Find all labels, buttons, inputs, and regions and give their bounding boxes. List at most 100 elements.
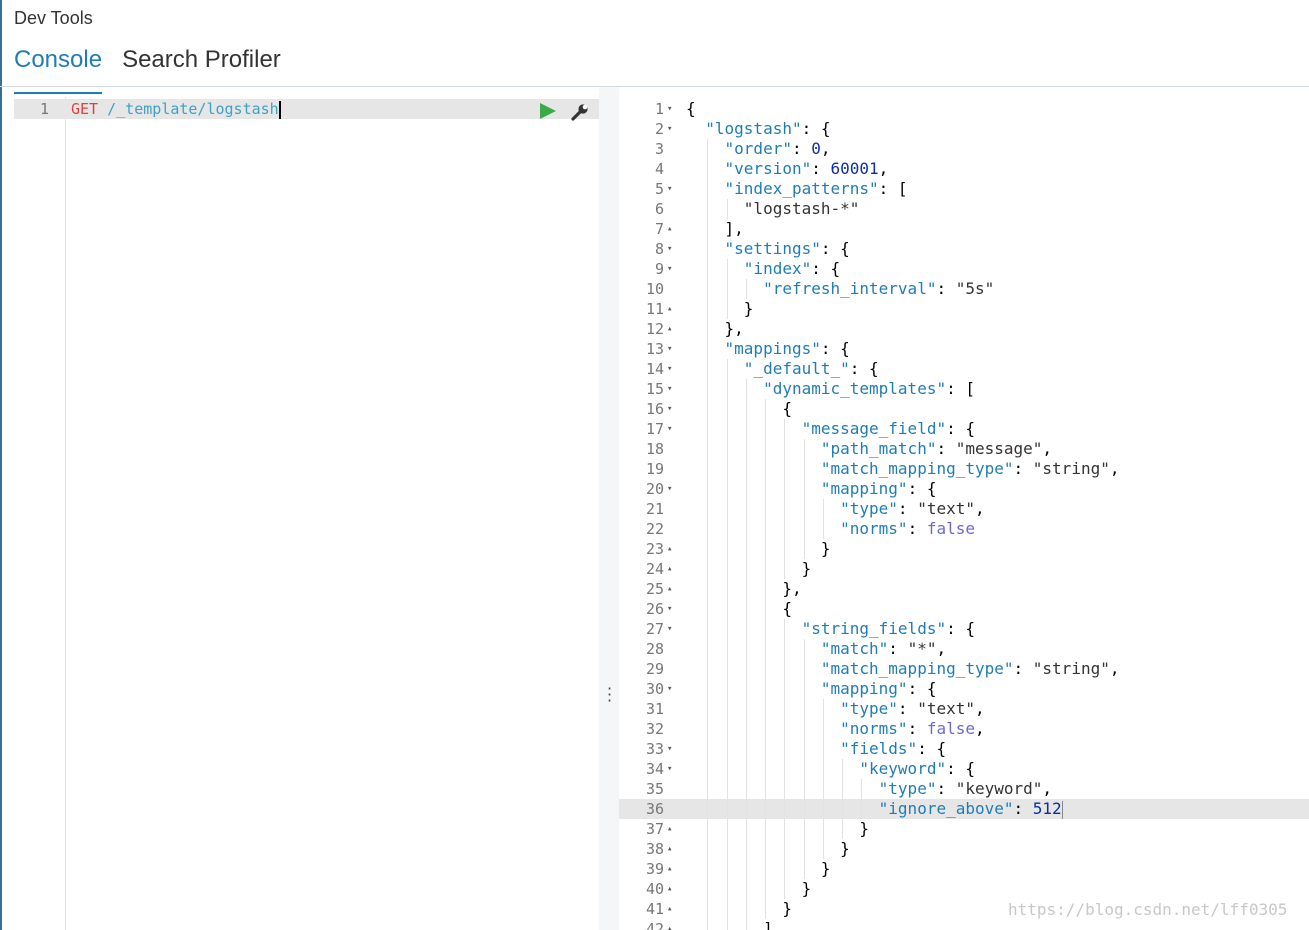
tab-search-profiler[interactable]: Search Profiler (122, 44, 281, 86)
play-icon[interactable] (540, 103, 556, 119)
line-number: 34 (645, 760, 664, 778)
fold-arrow-down-icon[interactable]: ▾ (667, 239, 677, 259)
fold-arrow-up-icon[interactable]: ▴ (667, 219, 677, 239)
response-line: 21 "type": "text", (619, 499, 1309, 519)
fold-arrow-up-icon[interactable]: ▴ (667, 879, 677, 899)
response-line: 13 ▾ "mappings": { (619, 339, 1309, 359)
response-line: 40 ▴ } (619, 879, 1309, 899)
window-left-edge (0, 0, 2, 930)
response-viewer[interactable]: 1 ▾{2 ▾ "logstash": {3 "order": 0, 4 "versi… (619, 97, 1309, 930)
fold-arrow-down-icon[interactable]: ▾ (667, 599, 677, 619)
line-number: 26 (645, 600, 664, 618)
response-line: 35 "type": "keyword", (619, 779, 1309, 799)
line-code: { (686, 99, 696, 118)
line-code: } (686, 859, 831, 878)
fold-arrow-down-icon[interactable]: ▾ (667, 479, 677, 499)
request-method: GET (71, 100, 99, 118)
response-line: 6 "logstash-*" (619, 199, 1309, 219)
fold-arrow-down-icon[interactable]: ▾ (667, 399, 677, 419)
drag-handle-icon[interactable]: · · · (607, 681, 612, 709)
line-number: 39 (645, 860, 664, 878)
fold-arrow-down-icon[interactable]: ▾ (667, 99, 677, 119)
fold-arrow-down-icon[interactable]: ▾ (667, 679, 677, 699)
line-code: "type": "text", (840, 699, 985, 718)
request-editor[interactable]: 1 GET /_template/logstash (14, 97, 599, 930)
fold-arrow-up-icon[interactable]: ▴ (667, 899, 677, 919)
line-code: "type": "keyword", (878, 779, 1053, 798)
line-code: "match": "*", (820, 639, 947, 658)
request-line[interactable]: GET /_template/logstash (71, 99, 281, 119)
line-number: 27 (645, 620, 664, 638)
fold-arrow-down-icon[interactable]: ▾ (667, 619, 677, 639)
line-code: } (686, 299, 754, 318)
fold-arrow-up-icon[interactable]: ▴ (667, 559, 677, 579)
fold-arrow-down-icon[interactable]: ▾ (667, 259, 677, 279)
response-line: 42 ▴ ] (619, 919, 1309, 930)
response-line: 19 "match_mapping_type": "string", (619, 459, 1309, 479)
fold-arrow-up-icon[interactable]: ▴ (667, 839, 677, 859)
fold-arrow-up-icon[interactable]: ▴ (667, 859, 677, 879)
response-line: 2 ▾ "logstash": { (619, 119, 1309, 139)
fold-arrow-down-icon[interactable]: ▾ (667, 759, 677, 779)
line-code: "norms": false (840, 519, 975, 538)
response-line: 18 "path_match": "message", (619, 439, 1309, 459)
line-number: 8 (654, 240, 664, 258)
request-gutter (14, 97, 66, 930)
line-code: }, (686, 579, 802, 598)
response-line: 28 "match": "*", (619, 639, 1309, 659)
line-code: "settings": { (724, 239, 850, 258)
response-line: 9 ▾ "index": { (619, 259, 1309, 279)
fold-arrow-down-icon[interactable]: ▾ (667, 419, 677, 439)
fold-arrow-down-icon[interactable]: ▾ (667, 179, 677, 199)
line-number: 22 (645, 520, 664, 538)
line-number: 42 (645, 920, 664, 930)
fold-arrow-up-icon[interactable]: ▴ (667, 539, 677, 559)
fold-arrow-up-icon[interactable]: ▴ (667, 299, 677, 319)
line-number: 3 (654, 140, 664, 158)
line-code: } (686, 899, 792, 918)
response-line: 16 ▾ { (619, 399, 1309, 419)
pane-splitter[interactable] (599, 87, 619, 930)
wrench-icon[interactable] (570, 102, 590, 122)
response-line: 20 ▾ "mapping": { (619, 479, 1309, 499)
fold-arrow-up-icon[interactable]: ▴ (667, 579, 677, 599)
line-number: 18 (645, 440, 664, 458)
line-code: "index_patterns": [ (724, 179, 908, 198)
fold-arrow-down-icon[interactable]: ▾ (667, 359, 677, 379)
fold-arrow-down-icon[interactable]: ▾ (667, 119, 677, 139)
fold-arrow-down-icon[interactable]: ▾ (667, 379, 677, 399)
line-code: "message_field": { (801, 419, 975, 438)
line-number: 4 (654, 160, 664, 178)
line-code: "match_mapping_type": "string", (820, 659, 1120, 678)
text-cursor (278, 100, 281, 119)
line-number: 2 (654, 120, 664, 138)
line-number: 31 (645, 700, 664, 718)
response-line: 27 ▾ "string_fields": { (619, 619, 1309, 639)
line-number: 17 (645, 420, 664, 438)
fold-arrow-down-icon[interactable]: ▾ (667, 739, 677, 759)
response-line: 29 "match_mapping_type": "string", (619, 659, 1309, 679)
line-code: "dynamic_templates": [ (763, 379, 975, 398)
response-line: 24 ▴ } (619, 559, 1309, 579)
fold-arrow-up-icon[interactable]: ▴ (667, 919, 677, 930)
response-line: 36 "ignore_above": 512 (619, 799, 1309, 819)
line-code: { (686, 399, 792, 418)
line-number: 38 (645, 840, 664, 858)
response-line: 32 "norms": false, (619, 719, 1309, 739)
fold-arrow-up-icon[interactable]: ▴ (667, 819, 677, 839)
tab-console[interactable]: Console (14, 44, 103, 94)
app-title: Dev Tools (14, 8, 93, 28)
response-line: 22 "norms": false (619, 519, 1309, 539)
line-number: 10 (645, 280, 664, 298)
line-code: "index": { (743, 259, 841, 278)
line-number: 11 (645, 300, 664, 318)
line-number: 21 (645, 500, 664, 518)
response-line: 1 ▾ { (619, 99, 1309, 119)
line-code: } (686, 819, 870, 838)
line-number: 32 (645, 720, 664, 738)
line-code: "version": 60001, (724, 159, 889, 178)
fold-arrow-up-icon[interactable]: ▴ (667, 319, 677, 339)
fold-arrow-down-icon[interactable]: ▾ (667, 339, 677, 359)
response-line: 26 ▾ { (619, 599, 1309, 619)
response-line: 11 ▴ } (619, 299, 1309, 319)
